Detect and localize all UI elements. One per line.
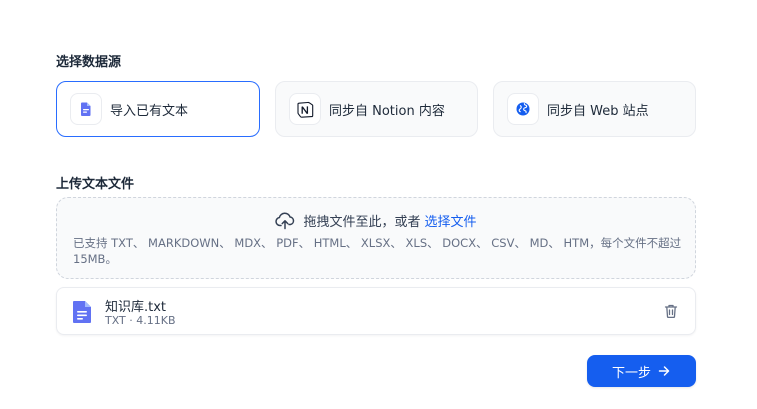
section-title-data-source: 选择数据源: [56, 55, 122, 70]
cloud-upload-icon: [275, 211, 295, 230]
source-option-notion[interactable]: 同步自 Notion 内容: [275, 81, 478, 137]
source-option-import-text[interactable]: 导入已有文本: [56, 81, 260, 137]
file-text-icon: [70, 93, 102, 125]
section-title-upload: 上传文本文件: [56, 177, 135, 192]
next-step-label: 下一步: [611, 365, 651, 381]
source-option-label: 导入已有文本: [110, 103, 189, 119]
dropzone-text: 拖拽文件至此，或者: [303, 215, 421, 230]
document-icon: [72, 300, 92, 328]
source-option-label: 同步自 Web 站点: [547, 103, 649, 119]
arrow-right-icon: [657, 364, 671, 378]
source-option-web[interactable]: 同步自 Web 站点: [493, 81, 696, 137]
next-step-button[interactable]: 下一步: [587, 355, 696, 387]
trash-icon: [664, 304, 678, 319]
dropzone-prompt: 拖拽文件至此，或者 选择文件: [57, 211, 695, 230]
source-option-label: 同步自 Notion 内容: [329, 103, 445, 119]
web-globe-icon: [507, 93, 539, 125]
delete-file-button[interactable]: [663, 303, 679, 319]
file-dropzone[interactable]: 拖拽文件至此，或者 选择文件 已支持 TXT、 MARKDOWN、 MDX、 P…: [56, 197, 696, 279]
uploaded-file-item[interactable]: 知识库.txt TXT · 4.11KB: [56, 287, 696, 335]
supported-formats-hint: 已支持 TXT、 MARKDOWN、 MDX、 PDF、 HTML、 XLSX、…: [73, 236, 682, 266]
notion-icon: [289, 93, 321, 125]
select-file-link[interactable]: 选择文件: [425, 211, 477, 230]
file-meta: TXT · 4.11KB: [105, 314, 176, 327]
file-name: 知识库.txt: [105, 300, 167, 315]
